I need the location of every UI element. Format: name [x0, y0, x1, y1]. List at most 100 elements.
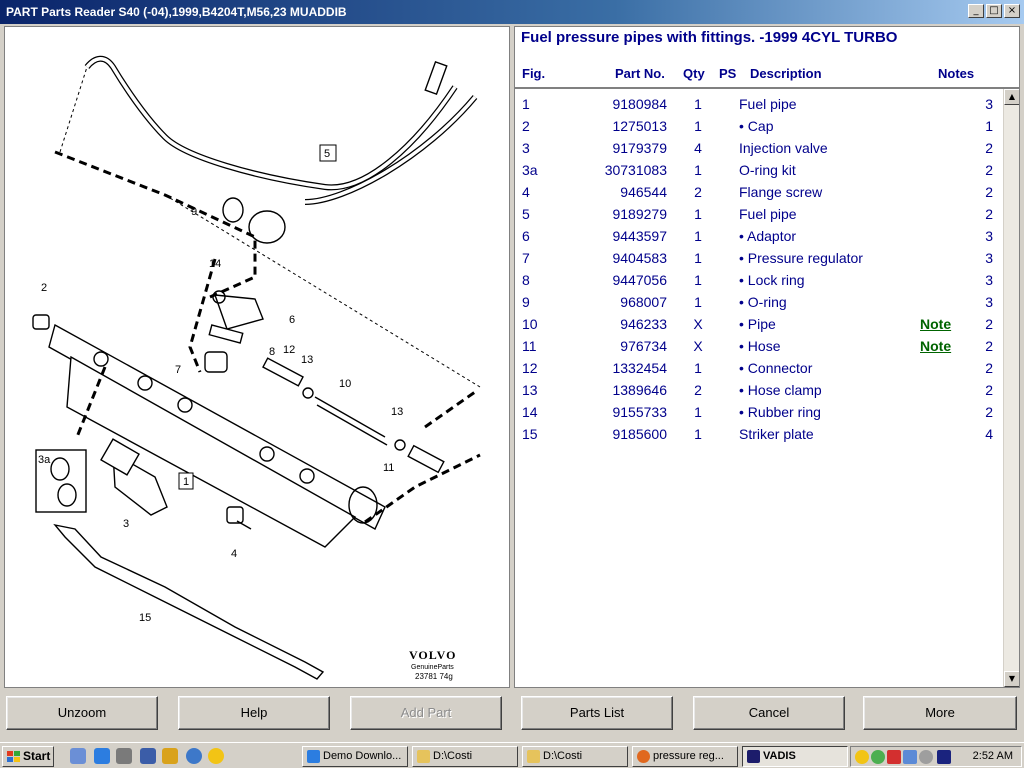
part-number-cell: 30731083: [604, 162, 667, 178]
status-icon[interactable]: [871, 750, 885, 764]
window-title: PART Parts Reader S40 (-04),1999,B4204T,…: [6, 5, 347, 19]
taskbar: Start Demo Downlo... D:\Costi D:\Costi p…: [0, 742, 1024, 768]
callout-8: 8: [269, 346, 275, 358]
description-cell: Striker plate: [739, 426, 814, 442]
callout-12: 12: [283, 344, 295, 356]
table-row[interactable]: 5 9189279 1 Fuel pipe 2: [515, 203, 999, 225]
table-row[interactable]: 11 976734 X • Hose Note 2: [515, 335, 999, 357]
folder-icon: [527, 750, 540, 763]
table-row[interactable]: 12 1332454 1 • Connector 2: [515, 357, 999, 379]
ps-cell: 2: [985, 184, 993, 200]
table-row[interactable]: 9 968007 1 • O-ring 3: [515, 291, 999, 313]
callout-2: 2: [41, 282, 47, 294]
vertical-scrollbar[interactable]: ▲ ▼: [1003, 89, 1019, 687]
ie-icon[interactable]: [94, 748, 110, 764]
media-icon[interactable]: [186, 748, 202, 764]
note-link[interactable]: Note: [920, 316, 951, 332]
callout-5: 5: [324, 148, 330, 160]
col-part-no[interactable]: Part No.: [615, 66, 665, 81]
speaker-icon[interactable]: [937, 750, 951, 764]
fig-cell: 11: [522, 338, 537, 354]
table-row[interactable]: 3 9179379 4 Injection valve 2: [515, 137, 999, 159]
col-ps[interactable]: PS: [719, 66, 736, 81]
fig-cell: 12: [522, 360, 538, 376]
ps-cell: 2: [985, 140, 993, 156]
parts-list[interactable]: 1 9180984 1 Fuel pipe 3 2 1275013 1 • Cap 1 3 91793…: [514, 88, 1020, 688]
antivirus-icon[interactable]: [887, 750, 901, 764]
title-bar[interactable]: PART Parts Reader S40 (-04),1999,B4204T,…: [0, 0, 1024, 24]
messenger-icon[interactable]: [208, 748, 224, 764]
task-demo-download[interactable]: Demo Downlo...: [302, 746, 408, 767]
task-folder-costi-2[interactable]: D:\Costi: [522, 746, 628, 767]
shield-icon[interactable]: [919, 750, 933, 764]
task-vadis[interactable]: VADIS: [742, 746, 848, 767]
callout-14: 14: [209, 258, 221, 270]
exploded-parts-diagram[interactable]: 5 1 2 3 3a 4 6 7 8 9 10 11 12 13 13 14 1…: [4, 26, 510, 688]
task-folder-costi-1[interactable]: D:\Costi: [412, 746, 518, 767]
smiley-icon[interactable]: [855, 750, 869, 764]
description-cell: • O-ring: [739, 294, 787, 310]
start-button[interactable]: Start: [2, 746, 54, 767]
add-part-button[interactable]: Add Part: [350, 696, 502, 730]
close-button[interactable]: ×: [1004, 4, 1020, 18]
task-pressure-regulator[interactable]: pressure reg...: [632, 746, 738, 767]
system-tray: 2:52 AM: [850, 746, 1022, 767]
table-row[interactable]: 7 9404583 1 • Pressure regulator 3: [515, 247, 999, 269]
start-label: Start: [23, 749, 51, 763]
callout-3: 3: [123, 518, 129, 530]
table-row[interactable]: 2 1275013 1 • Cap 1: [515, 115, 999, 137]
part-number-cell: 9447056: [612, 272, 667, 288]
cancel-button[interactable]: Cancel: [693, 696, 845, 730]
scroll-down-icon[interactable]: ▼: [1004, 671, 1019, 687]
network-icon[interactable]: [903, 750, 917, 764]
ps-cell: 2: [985, 404, 993, 420]
scroll-up-icon[interactable]: ▲: [1004, 89, 1019, 105]
fig-cell: 15: [522, 426, 538, 442]
col-notes[interactable]: Notes: [938, 66, 974, 81]
callout-15: 15: [139, 612, 151, 624]
tool-icon[interactable]: [162, 748, 178, 764]
table-row[interactable]: 6 9443597 1 • Adaptor 3: [515, 225, 999, 247]
table-row[interactable]: 14 9155733 1 • Rubber ring 2: [515, 401, 999, 423]
table-row[interactable]: 8 9447056 1 • Lock ring 3: [515, 269, 999, 291]
table-row[interactable]: 15 9185600 1 Striker plate 4: [515, 423, 999, 445]
table-row[interactable]: 3a 30731083 1 O-ring kit 2: [515, 159, 999, 181]
more-button[interactable]: More: [863, 696, 1017, 730]
fig-cell: 4: [522, 184, 530, 200]
description-cell: Injection valve: [739, 140, 828, 156]
part-number-cell: 9179379: [612, 140, 667, 156]
parts-list-button[interactable]: Parts List: [521, 696, 673, 730]
part-number-cell: 9404583: [612, 250, 667, 266]
unzoom-button[interactable]: Unzoom: [6, 696, 158, 730]
ps-cell: 3: [985, 250, 993, 266]
disk-icon[interactable]: [140, 748, 156, 764]
col-qty[interactable]: Qty: [683, 66, 705, 81]
table-row[interactable]: 1 9180984 1 Fuel pipe 3: [515, 93, 999, 115]
ps-cell: 2: [985, 360, 993, 376]
help-button[interactable]: Help: [178, 696, 330, 730]
ps-cell: 3: [985, 96, 993, 112]
col-description[interactable]: Description: [750, 66, 822, 81]
computer-icon[interactable]: [116, 748, 132, 764]
part-number-cell: 1275013: [612, 118, 667, 134]
col-fig[interactable]: Fig.: [522, 66, 545, 81]
qty-cell: 4: [694, 140, 702, 156]
qty-cell: 1: [694, 250, 702, 266]
ie-icon: [307, 750, 320, 763]
table-row[interactable]: 10 946233 X • Pipe Note 2: [515, 313, 999, 335]
fig-cell: 2: [522, 118, 530, 134]
parts-pane: Fuel pressure pipes with fittings. -1999…: [514, 26, 1020, 688]
note-link[interactable]: Note: [920, 338, 951, 354]
callout-6: 6: [289, 314, 295, 326]
table-row[interactable]: 4 946544 2 Flange screw 2: [515, 181, 999, 203]
minimize-button[interactable]: _: [968, 4, 984, 18]
ps-cell: 3: [985, 294, 993, 310]
desktop-icon[interactable]: [70, 748, 86, 764]
table-row[interactable]: 13 1389646 2 • Hose clamp 2: [515, 379, 999, 401]
fig-cell: 7: [522, 250, 530, 266]
ps-cell: 2: [985, 206, 993, 222]
qty-cell: 1: [694, 162, 702, 178]
description-cell: • Rubber ring: [739, 404, 821, 420]
ps-cell: 2: [985, 162, 993, 178]
maximize-button[interactable]: □: [986, 4, 1002, 18]
